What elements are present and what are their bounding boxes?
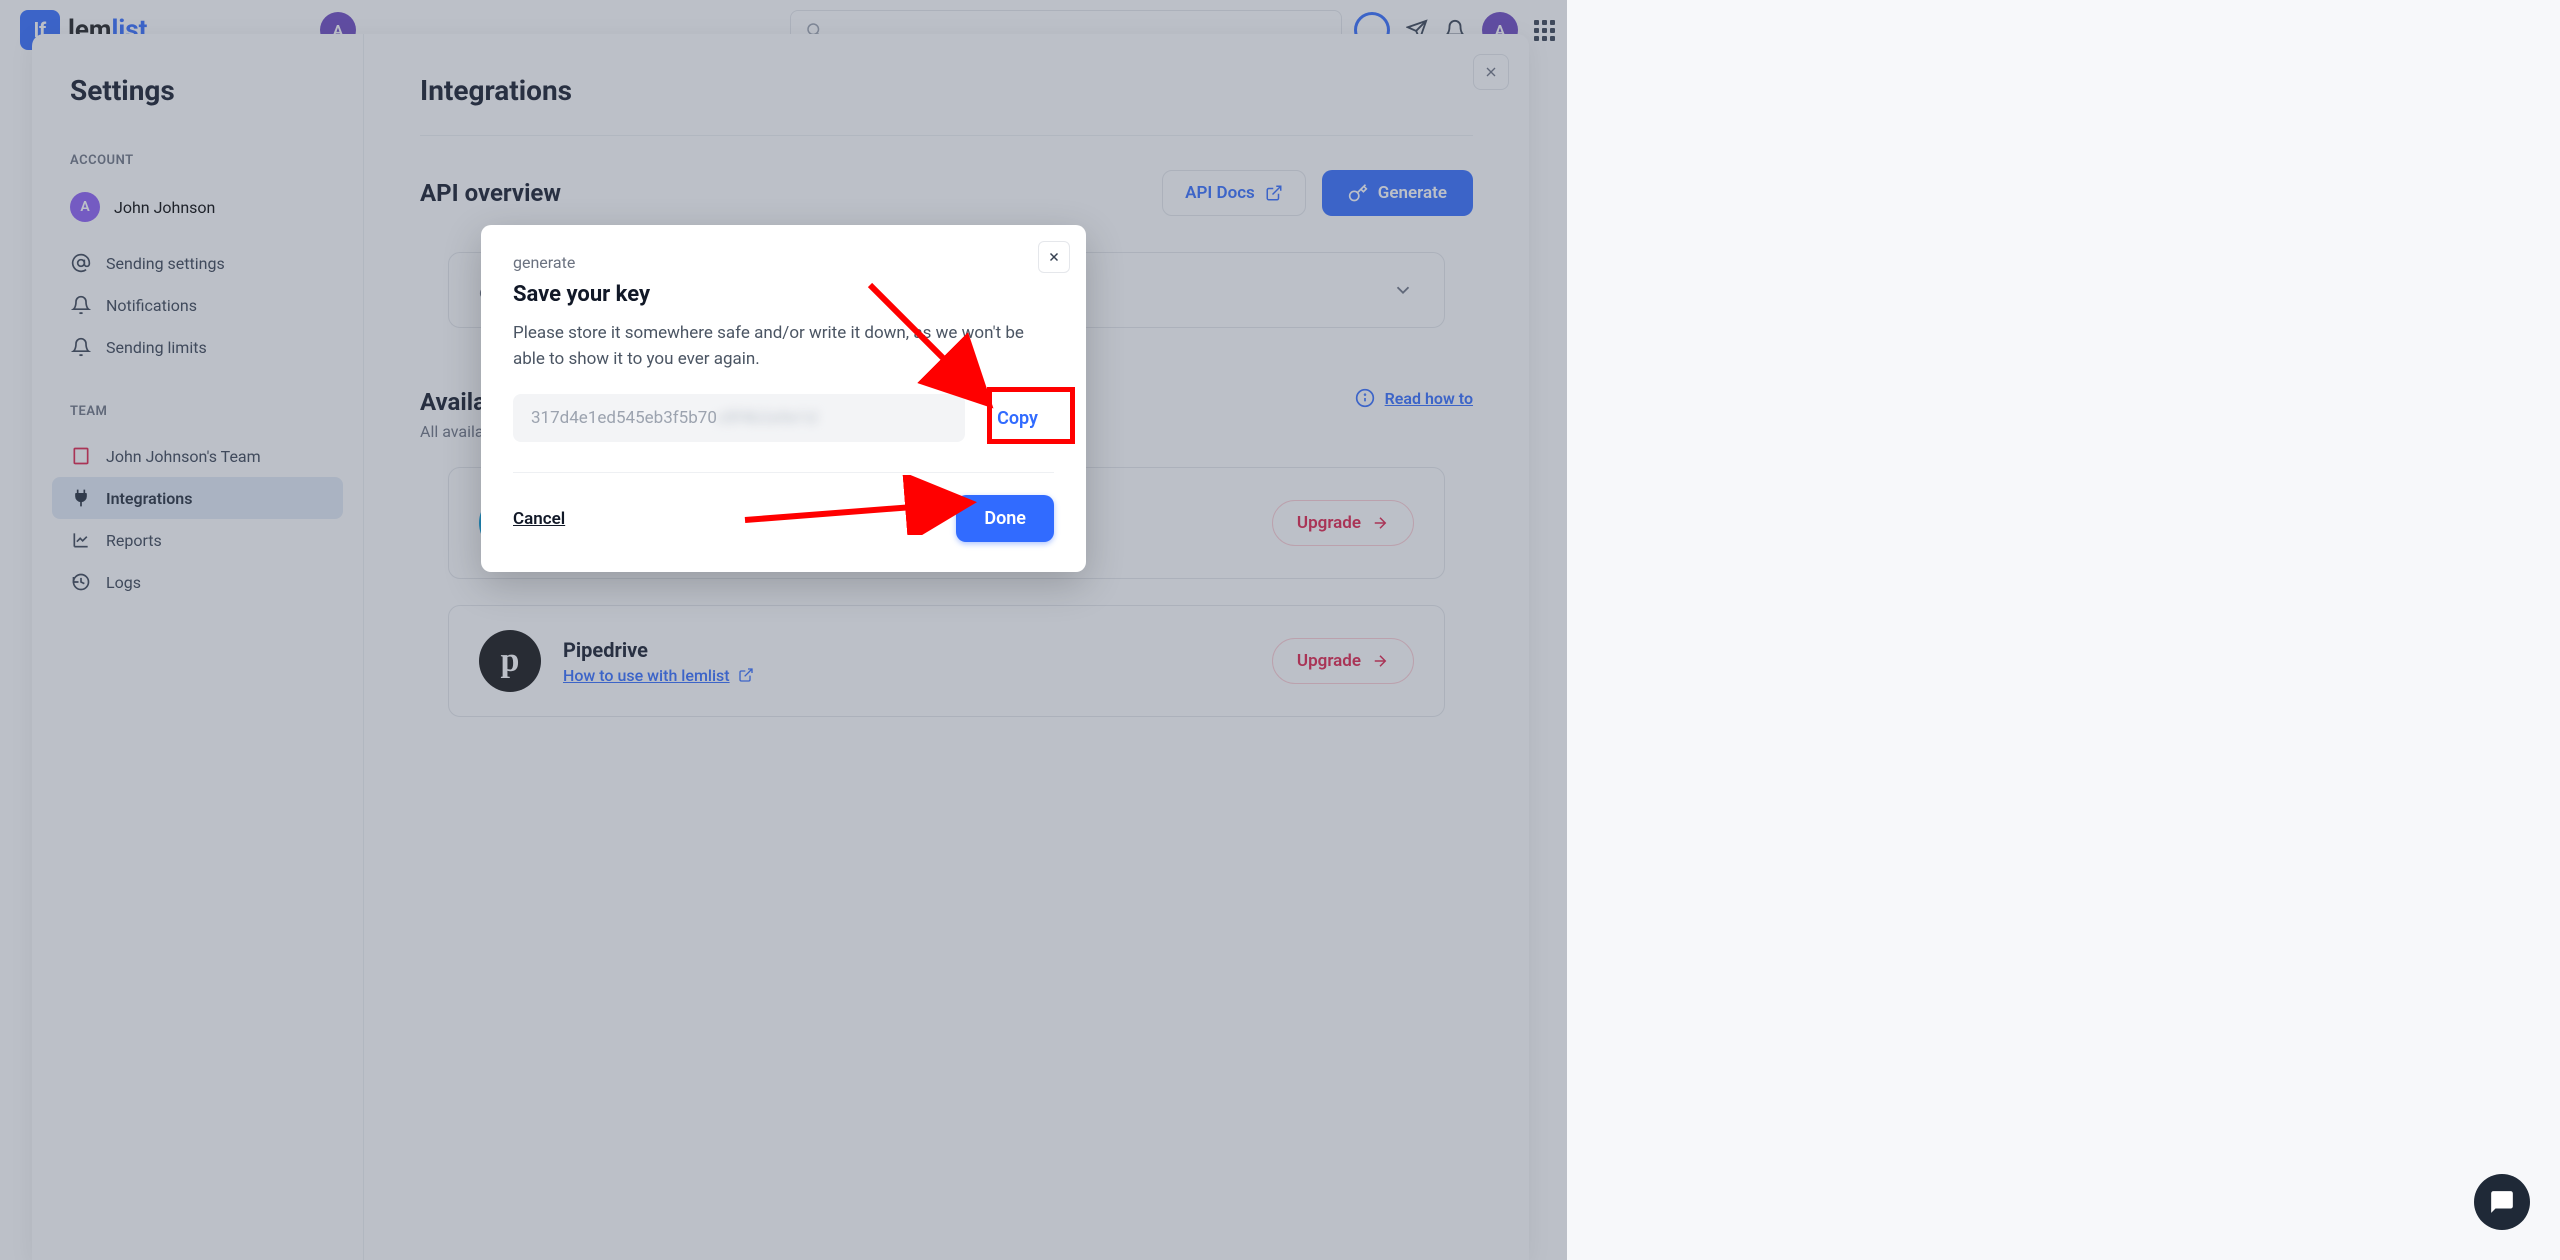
modal-description: Please store it somewhere safe and/or wr…: [513, 321, 1054, 372]
done-button[interactable]: Done: [956, 495, 1054, 542]
chat-widget[interactable]: [2474, 1174, 2530, 1230]
close-icon: [1047, 250, 1061, 264]
api-key-display[interactable]: 317d4e1ed545eb3f5b70c8f4b2a9e1d: [513, 394, 965, 442]
copy-button[interactable]: Copy: [981, 396, 1054, 441]
chat-icon: [2489, 1189, 2515, 1215]
modal-title: Save your key: [513, 282, 1054, 307]
modal-close-button[interactable]: [1038, 241, 1070, 273]
modal-backdrop[interactable]: [0, 0, 1567, 1260]
cancel-button[interactable]: Cancel: [513, 509, 565, 529]
save-key-modal: generate Save your key Please store it s…: [481, 225, 1086, 572]
modal-breadcrumb: generate: [513, 253, 1054, 272]
